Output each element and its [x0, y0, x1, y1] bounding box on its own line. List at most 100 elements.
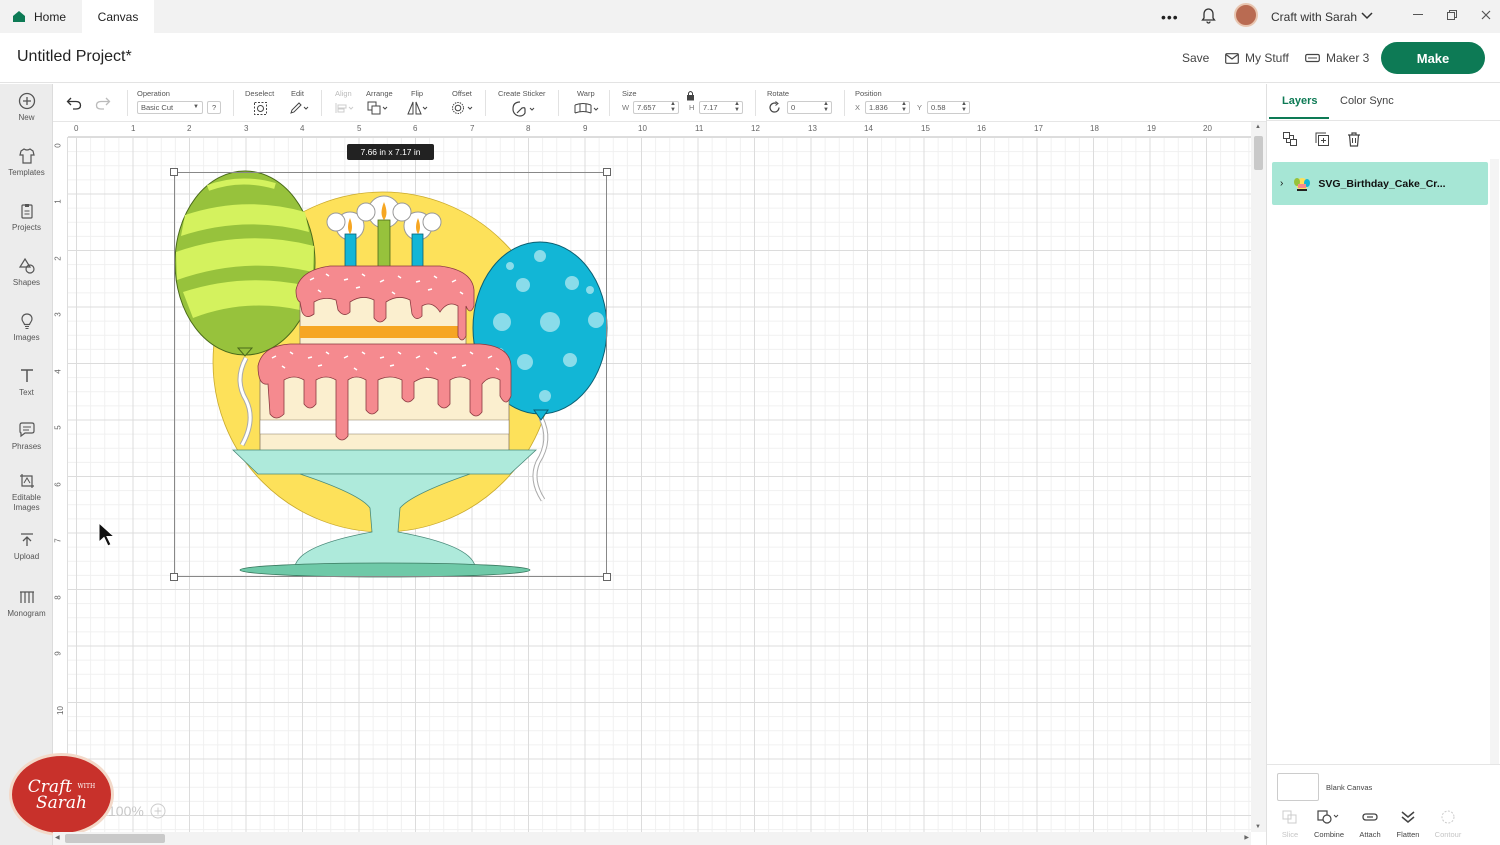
blank-canvas-swatch[interactable]: [1277, 773, 1319, 801]
active-tab-indicator: [1269, 117, 1329, 119]
scroll-left-icon[interactable]: ◀: [55, 834, 60, 841]
scroll-thumb[interactable]: [1254, 136, 1263, 170]
position-label: Position: [855, 89, 882, 98]
close-icon[interactable]: [1481, 10, 1491, 20]
flip-label: Flip: [411, 89, 424, 98]
offset-icon[interactable]: [451, 101, 475, 115]
logo-text: WITH: [77, 782, 96, 790]
tab-color-sync[interactable]: Color Sync: [1340, 95, 1394, 107]
canvas-vertical-scrollbar[interactable]: ▲ ▼: [1251, 122, 1266, 832]
my-stuff-button[interactable]: My Stuff: [1225, 51, 1289, 65]
sticker-icon[interactable]: [512, 101, 538, 117]
scroll-thumb[interactable]: [65, 834, 165, 843]
home-icon: [13, 11, 25, 22]
undo-icon[interactable]: [66, 96, 82, 110]
ruler-tick-label: 3: [53, 312, 63, 317]
height-input[interactable]: 7.17 ▲ ▼: [699, 101, 743, 114]
tab-layers[interactable]: Layers: [1282, 95, 1317, 107]
sidebar-label: Text: [19, 388, 34, 397]
align-icon[interactable]: [335, 102, 355, 114]
sidebar-item-monogram[interactable]: Monogram: [0, 588, 53, 619]
deselect-icon[interactable]: [253, 101, 268, 116]
layer-item[interactable]: › SVG_Birthday_Cake_Cr...: [1272, 162, 1488, 205]
machine-selector[interactable]: Maker 3: [1305, 51, 1369, 65]
restore-icon[interactable]: [1447, 10, 1457, 20]
more-menu-button[interactable]: •••: [1161, 0, 1179, 33]
monogram-icon: [19, 591, 34, 603]
sidebar-item-new[interactable]: New: [0, 92, 53, 123]
bell-icon[interactable]: [1201, 8, 1216, 24]
combine-icon: [1317, 810, 1339, 824]
sidebar-label: Monogram: [7, 609, 46, 618]
avatar[interactable]: [1234, 3, 1258, 27]
duplicate-icon[interactable]: [1314, 131, 1330, 147]
save-button[interactable]: Save: [1182, 51, 1209, 65]
title-bar: Home Canvas ••• Craft with Sarah: [0, 0, 1500, 33]
combine-button[interactable]: Combine: [1309, 810, 1349, 839]
redo-icon[interactable]: [95, 96, 111, 110]
canvas-horizontal-scrollbar[interactable]: ◀ ▶: [53, 832, 1251, 845]
sidebar-item-text[interactable]: Text: [0, 367, 53, 398]
trash-icon[interactable]: [1346, 131, 1362, 147]
tab-canvas[interactable]: Canvas: [82, 0, 154, 33]
scroll-right-icon[interactable]: ▶: [1244, 834, 1249, 841]
warp-label: Warp: [577, 89, 595, 98]
ruler-top: 0 1 2 3 4 5 6 7 8 9 10 11 12 13 14 15 16…: [68, 122, 1251, 137]
scroll-down-icon[interactable]: ▼: [1255, 824, 1261, 830]
zoom-control[interactable]: 100%: [108, 803, 166, 819]
chevron-down-icon[interactable]: [1361, 11, 1373, 21]
operation-select[interactable]: Basic Cut ▼: [137, 101, 203, 114]
tab-home[interactable]: Home: [0, 0, 82, 33]
width-input[interactable]: 7.657 ▲ ▼: [633, 101, 679, 114]
group-icon[interactable]: [1282, 131, 1298, 147]
attach-button[interactable]: Attach: [1350, 810, 1390, 839]
stepper-icon: ▲ ▼: [670, 101, 676, 113]
toolbar-divider: [127, 90, 128, 116]
resize-handle[interactable]: [603, 168, 611, 176]
warp-icon[interactable]: [574, 102, 600, 115]
deselect-label: Deselect: [245, 89, 275, 98]
y-label: Y: [917, 103, 923, 112]
operation-help-button[interactable]: ?: [207, 101, 221, 114]
sidebar-item-editable-images[interactable]: Editable Images: [0, 472, 53, 513]
sidebar-item-images[interactable]: Images: [0, 312, 53, 343]
sidebar-item-shapes[interactable]: Shapes: [0, 257, 53, 288]
ruler-tick-label: 4: [53, 369, 63, 374]
sidebar-label: Shapes: [12, 278, 41, 287]
sidebar-item-phrases[interactable]: Phrases: [0, 421, 53, 452]
sidebar-item-projects[interactable]: Projects: [0, 202, 53, 233]
minimize-icon[interactable]: [1413, 14, 1423, 16]
flatten-label: Flatten: [1396, 830, 1420, 839]
sidebar-item-upload[interactable]: Upload: [0, 531, 53, 562]
flip-icon[interactable]: [407, 101, 429, 115]
zoom-in-icon[interactable]: [150, 803, 166, 819]
flatten-button[interactable]: Flatten: [1388, 810, 1428, 839]
pen-icon[interactable]: [289, 101, 311, 115]
selection-bounding-box[interactable]: [170, 168, 611, 581]
panel-scrollbar[interactable]: [1490, 159, 1499, 764]
sidebar-label: Phrases: [11, 442, 42, 451]
ruler-tick-label: 7: [53, 538, 63, 543]
sidebar-label: Projects: [12, 223, 41, 232]
ruler-tick-label: 5: [53, 425, 63, 430]
lock-icon[interactable]: [686, 90, 695, 101]
contour-button[interactable]: Contour: [1428, 810, 1468, 839]
user-name[interactable]: Craft with Sarah: [1271, 0, 1357, 33]
project-title[interactable]: Untitled Project*: [17, 48, 132, 66]
x-position-input[interactable]: 1.836 ▲ ▼: [865, 101, 910, 114]
y-position-input[interactable]: 0.58 ▲ ▼: [927, 101, 970, 114]
sidebar-item-templates[interactable]: Templates: [0, 147, 53, 178]
resize-handle[interactable]: [170, 573, 178, 581]
expand-chevron-icon[interactable]: ›: [1280, 178, 1283, 189]
make-button[interactable]: Make: [1381, 42, 1485, 74]
slice-button[interactable]: Slice: [1270, 810, 1310, 839]
resize-handle[interactable]: [170, 168, 178, 176]
size-label: Size: [622, 89, 637, 98]
size-tooltip: 7.66 in x 7.17 in: [347, 144, 434, 160]
sidebar-label: Editable Images: [12, 493, 41, 512]
rotate-input[interactable]: 0 ▲ ▼: [787, 101, 832, 114]
scroll-up-icon[interactable]: ▲: [1255, 124, 1261, 130]
ruler-tick-label: 9: [583, 124, 588, 133]
resize-handle[interactable]: [603, 573, 611, 581]
arrange-icon[interactable]: [367, 101, 389, 115]
